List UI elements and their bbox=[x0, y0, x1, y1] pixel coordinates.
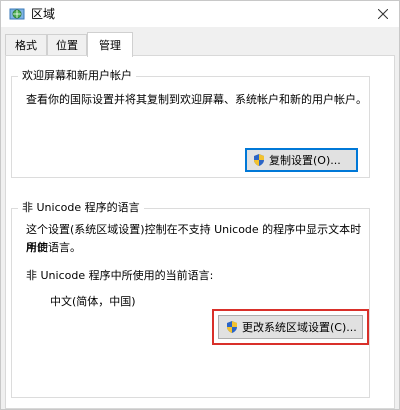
close-button[interactable] bbox=[367, 1, 399, 27]
change-system-locale-button[interactable]: 更改系统区域设置(C)... bbox=[218, 315, 363, 339]
tab-format[interactable]: 格式 bbox=[5, 34, 47, 55]
region-dialog: 区域 格式 位置 管理 欢迎屏幕和新用户帐户 查看你的国际设置并将其复制到欢迎屏… bbox=[0, 0, 400, 410]
copy-settings-button[interactable]: 复制设置(O)... bbox=[245, 148, 358, 172]
region-globe-icon bbox=[9, 8, 25, 20]
tab-strip: 格式 位置 管理 bbox=[5, 32, 397, 57]
welcome-screen-group: 欢迎屏幕和新用户帐户 查看你的国际设置并将其复制到欢迎屏幕、系统帐户和新的用户帐… bbox=[11, 69, 370, 178]
administrative-panel: 欢迎屏幕和新用户帐户 查看你的国际设置并将其复制到欢迎屏幕、系统帐户和新的用户帐… bbox=[5, 55, 395, 409]
uac-shield-icon bbox=[227, 321, 237, 333]
title-bar: 区域 bbox=[1, 1, 399, 27]
close-icon bbox=[378, 9, 388, 19]
non-unicode-group-legend: 非 Unicode 程序的语言 bbox=[18, 201, 144, 215]
copy-settings-label: 复制设置(O)... bbox=[269, 154, 341, 167]
tab-administrative[interactable]: 管理 bbox=[87, 32, 133, 57]
non-unicode-group: 非 Unicode 程序的语言 这个设置(系统区域设置)控制在不支持 Unico… bbox=[11, 201, 370, 398]
welcome-group-legend: 欢迎屏幕和新用户帐户 bbox=[18, 69, 136, 83]
change-system-locale-label: 更改系统区域设置(C)... bbox=[242, 321, 357, 334]
welcome-group-description: 查看你的国际设置并将其复制到欢迎屏幕、系统帐户和新的用户帐户。 bbox=[26, 93, 367, 106]
current-language-label: 非 Unicode 程序中所使用的当前语言: bbox=[26, 269, 214, 282]
current-language-value: 中文(简体，中国) bbox=[50, 295, 136, 308]
uac-shield-icon bbox=[254, 154, 264, 166]
non-unicode-description-line2: 用的语言。 bbox=[26, 241, 81, 254]
tab-location[interactable]: 位置 bbox=[47, 34, 87, 55]
window-title: 区域 bbox=[31, 7, 56, 21]
